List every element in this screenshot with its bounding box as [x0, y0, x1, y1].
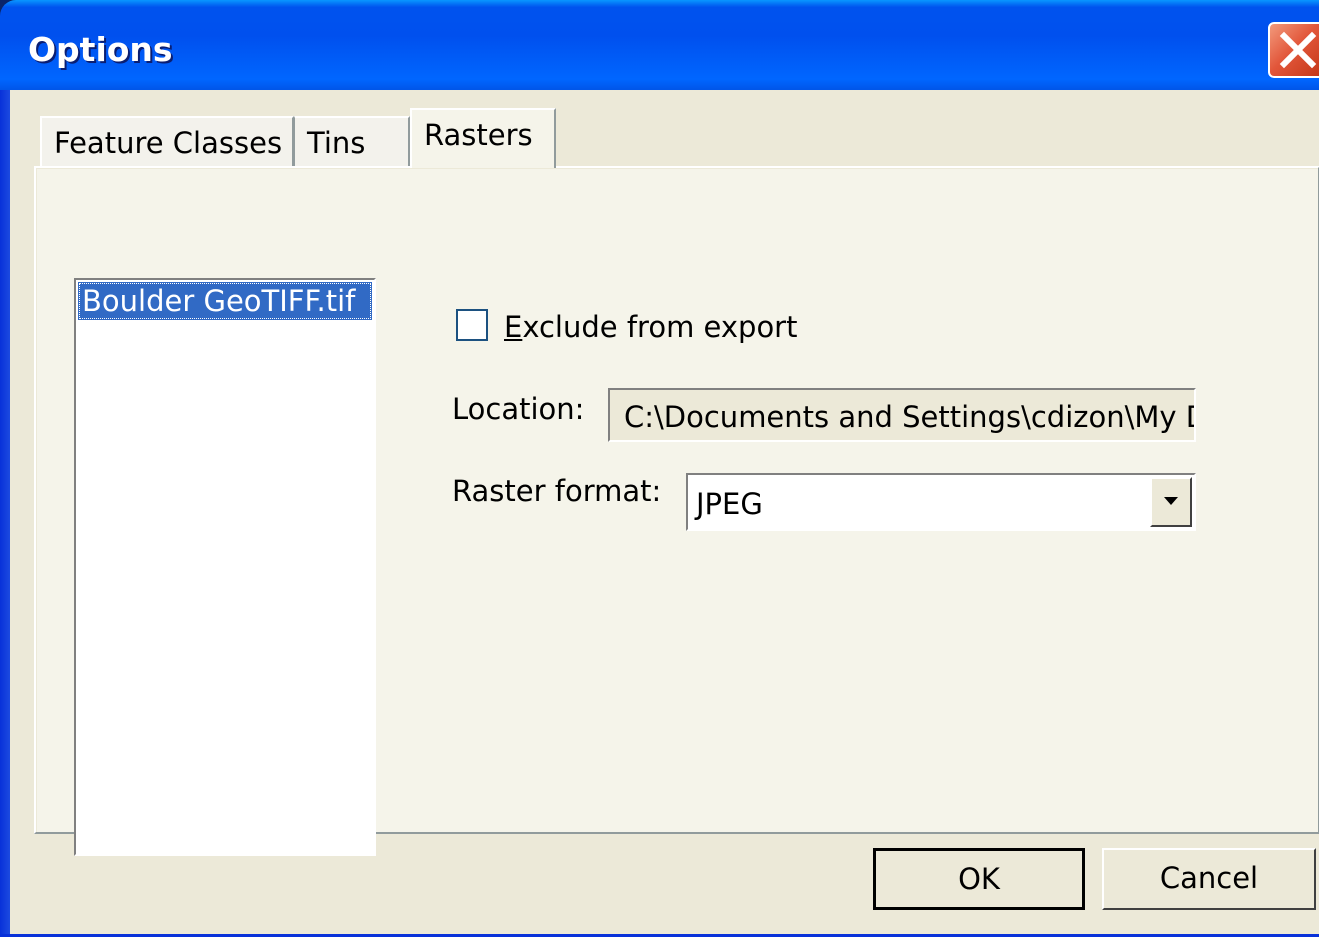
location-label: Location: [452, 392, 585, 426]
tab-rasters[interactable]: Rasters [410, 108, 556, 168]
close-icon [1279, 31, 1317, 69]
tab-feature-classes[interactable]: Feature Classes [40, 116, 294, 166]
ok-button[interactable]: OK [873, 848, 1085, 910]
window-title: Options [28, 30, 173, 69]
raster-format-value: JPEG [696, 487, 763, 521]
rasters-tab-panel: Boulder GeoTIFF.tif Exclude from export … [34, 166, 1319, 856]
options-dialog: Options Feature Classes Tins Rasters Bou… [0, 0, 1319, 937]
tab-label: Feature Classes [54, 126, 283, 160]
raster-format-select[interactable]: JPEG [686, 473, 1196, 531]
dropdown-button[interactable] [1150, 477, 1192, 527]
location-value: C:\Documents and Settings\cdizon\My Dc [624, 400, 1196, 434]
exclude-from-export-label[interactable]: Exclude from export [504, 310, 797, 344]
exclude-from-export-checkbox[interactable] [456, 309, 488, 341]
cancel-button[interactable]: Cancel [1102, 848, 1316, 910]
tab-label: Tins [307, 126, 366, 160]
list-item[interactable]: Boulder GeoTIFF.tif [78, 282, 372, 320]
tab-tins[interactable]: Tins [294, 116, 410, 166]
dialog-client-area: Feature Classes Tins Rasters Boulder Geo… [10, 90, 1319, 934]
accelerator-key: E [504, 310, 523, 344]
tab-label: Rasters [424, 118, 533, 152]
chevron-down-icon [1164, 497, 1178, 505]
location-field[interactable]: C:\Documents and Settings\cdizon\My Dc [608, 388, 1196, 442]
label-text: xclude from export [522, 310, 798, 344]
window-frame-left [0, 90, 10, 937]
title-bar[interactable]: Options [0, 0, 1319, 90]
raster-listbox[interactable]: Boulder GeoTIFF.tif [74, 278, 376, 856]
close-button[interactable] [1268, 22, 1319, 78]
raster-format-label: Raster format: [452, 474, 662, 508]
